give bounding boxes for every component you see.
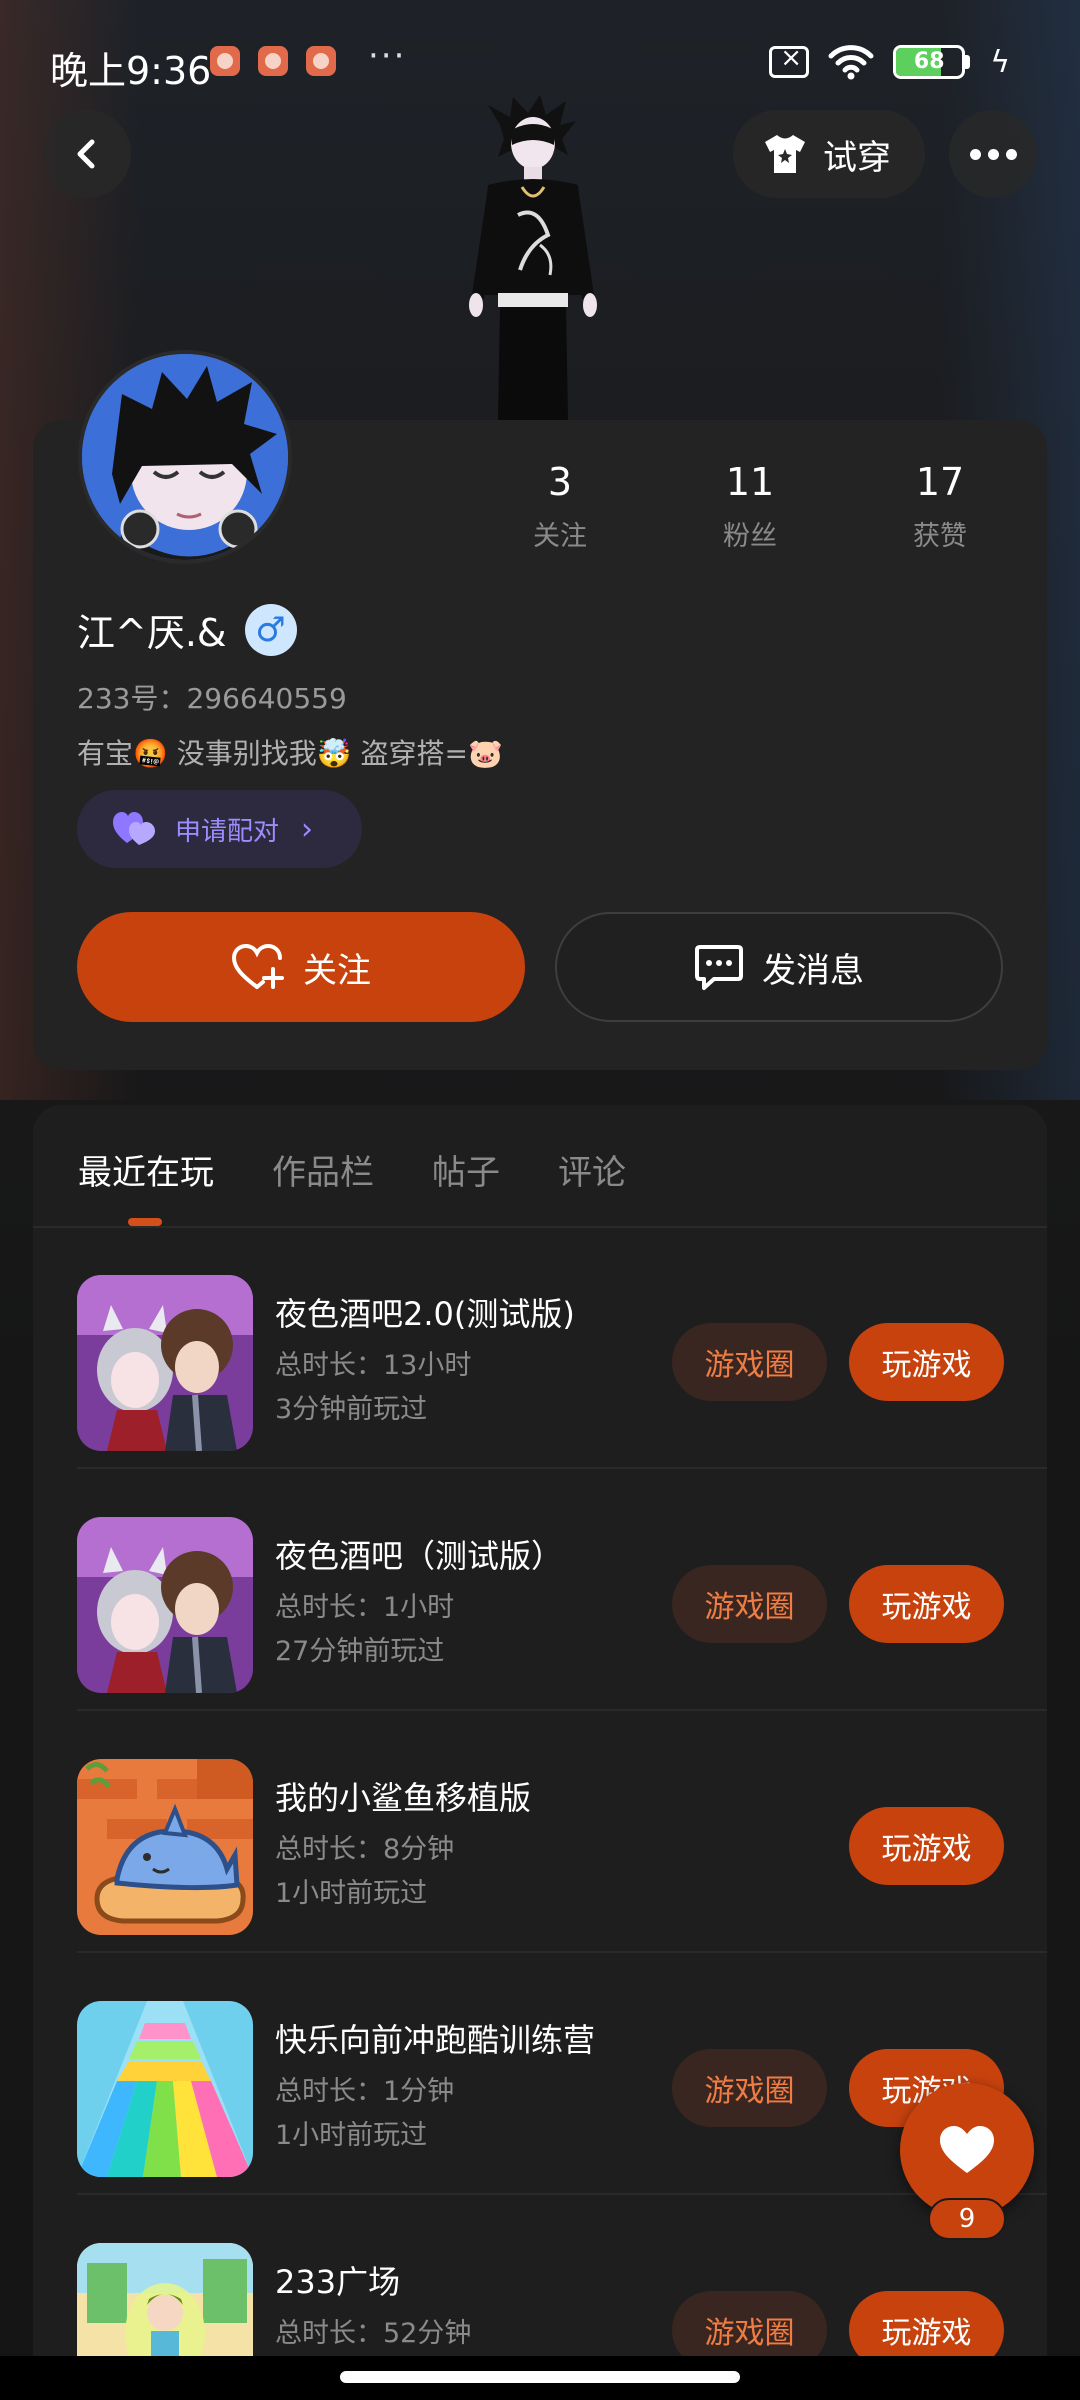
stat-value: 11	[725, 460, 775, 504]
game-duration: 总时长：1小时	[275, 1592, 455, 1623]
game-title: 我的小鲨鱼移植版	[275, 1779, 532, 1817]
charging-icon: ϟ	[990, 44, 1010, 80]
try-on-button[interactable]: 试穿	[733, 110, 925, 198]
active-tab-indicator	[128, 1218, 162, 1226]
app-notification-icon	[258, 46, 288, 76]
send-message-button[interactable]: 发消息	[555, 912, 1003, 1022]
list-item[interactable]: 夜色酒吧（测试版） 总时长：1小时 27分钟前玩过 游戏圈 玩游戏	[77, 1469, 1047, 1711]
username-row: 江^厌.& ♂	[77, 602, 297, 657]
like-button[interactable]	[900, 2083, 1034, 2217]
game-last-played: 3分钟前玩过	[275, 1394, 428, 1425]
avatar-3d-figure[interactable]	[458, 95, 608, 420]
battery-icon: 68	[893, 45, 971, 79]
game-title: 快乐向前冲跑酷训练营	[275, 2021, 596, 2059]
stat-label: 关注	[533, 521, 587, 552]
game-circle-button[interactable]: 游戏圈	[672, 1323, 827, 1401]
play-game-button[interactable]: 玩游戏	[849, 1565, 1004, 1643]
game-title: 夜色酒吧（测试版）	[275, 1537, 564, 1575]
stat-likes[interactable]: 17 获赞	[880, 460, 1000, 553]
back-button[interactable]	[43, 110, 131, 198]
double-heart-icon	[113, 812, 155, 845]
game-duration: 总时长：8分钟	[275, 1834, 455, 1865]
more-options-button[interactable]	[949, 110, 1037, 198]
bio-text: 有宝🤬 没事别找我🤯 盗穿搭=🐷	[77, 737, 503, 770]
more-notifications-icon: ···	[368, 36, 407, 76]
avatar[interactable]	[78, 350, 292, 564]
stats-row: 3 关注 11 粉丝 17 获赞	[500, 460, 1000, 553]
game-list: 夜色酒吧2.0(测试版) 总时长：13小时 3分钟前玩过 游戏圈 玩游戏 夜色酒…	[33, 1227, 1047, 2400]
game-duration: 总时长：52分钟	[275, 2318, 472, 2349]
game-last-played: 27分钟前玩过	[275, 1636, 445, 1667]
game-icon-parkour	[77, 2001, 253, 2177]
heart-icon	[940, 2126, 994, 2173]
stat-following[interactable]: 3 关注	[500, 460, 620, 553]
request-pair-label: 申请配对	[175, 816, 280, 847]
chevron-right-icon: ›	[301, 811, 314, 847]
battery-level: 68	[913, 49, 945, 74]
heart-plus-icon	[231, 943, 284, 989]
follow-label: 关注	[303, 950, 371, 991]
game-title: 夜色酒吧2.0(测试版)	[275, 1295, 575, 1333]
tshirt-icon	[765, 135, 805, 173]
stat-label: 粉丝	[723, 521, 777, 552]
games-card: 最近在玩 作品栏 帖子 评论 夜色酒吧2.0(测试版) 总时长：13小时 3分钟…	[33, 1105, 1047, 2400]
list-item[interactable]: 夜色酒吧2.0(测试版) 总时长：13小时 3分钟前玩过 游戏圈 玩游戏	[77, 1227, 1047, 1469]
follow-button[interactable]: 关注	[77, 912, 525, 1022]
status-time: 晚上9:36	[50, 49, 212, 93]
game-duration: 总时长：1分钟	[275, 2076, 455, 2107]
game-circle-button[interactable]: 游戏圈	[672, 2049, 827, 2127]
no-sim-icon	[769, 43, 810, 78]
male-gender-icon: ♂	[244, 603, 297, 656]
game-icon-night-bar	[77, 1517, 253, 1693]
game-last-played: 1小时前玩过	[275, 1878, 428, 1909]
home-indicator[interactable]	[340, 2371, 740, 2383]
request-pair-button[interactable]: 申请配对 ›	[77, 790, 362, 868]
like-count-badge: 9	[928, 2198, 1006, 2240]
account-id: 233号：296640559	[77, 682, 347, 715]
notification-icons	[210, 46, 336, 76]
stat-followers[interactable]: 11 粉丝	[690, 460, 810, 553]
more-dots-icon	[969, 148, 1017, 160]
game-icon-night-bar-2	[77, 1275, 253, 1451]
stat-value: 17	[915, 460, 965, 504]
stat-label: 获赞	[913, 521, 967, 552]
app-notification-icon	[306, 46, 336, 76]
tab-recently-played[interactable]: 最近在玩	[78, 1145, 214, 1194]
username: 江^厌.&	[77, 611, 227, 655]
send-message-label: 发消息	[762, 950, 864, 991]
app-notification-icon	[210, 46, 240, 76]
status-right-group: 68 ϟ	[769, 43, 1010, 80]
play-game-button[interactable]: 玩游戏	[849, 1807, 1004, 1885]
content-tabs: 最近在玩 作品栏 帖子 评论	[78, 1145, 626, 1194]
game-duration: 总时长：13小时	[275, 1350, 472, 1381]
tab-posts[interactable]: 帖子	[432, 1145, 500, 1194]
game-last-played: 1小时前玩过	[275, 2120, 428, 2151]
tab-comments[interactable]: 评论	[558, 1145, 626, 1194]
profile-page: 晚上9:36 ··· 68	[0, 0, 1080, 2400]
game-icon-little-shark	[77, 1759, 253, 1935]
list-item[interactable]: 我的小鲨鱼移植版 总时长：8分钟 1小时前玩过 玩游戏	[77, 1711, 1047, 1953]
tab-works[interactable]: 作品栏	[272, 1145, 374, 1194]
stat-value: 3	[547, 460, 573, 504]
play-game-button[interactable]: 玩游戏	[849, 1323, 1004, 1401]
chat-bubble-icon	[695, 945, 743, 990]
game-circle-button[interactable]: 游戏圈	[672, 1565, 827, 1643]
chevron-left-icon	[77, 139, 95, 169]
game-title: 233广场	[275, 2263, 401, 2301]
wifi-icon	[827, 44, 875, 80]
status-bar: 晚上9:36 ··· 68	[0, 0, 1080, 120]
try-on-label: 试穿	[823, 137, 891, 178]
